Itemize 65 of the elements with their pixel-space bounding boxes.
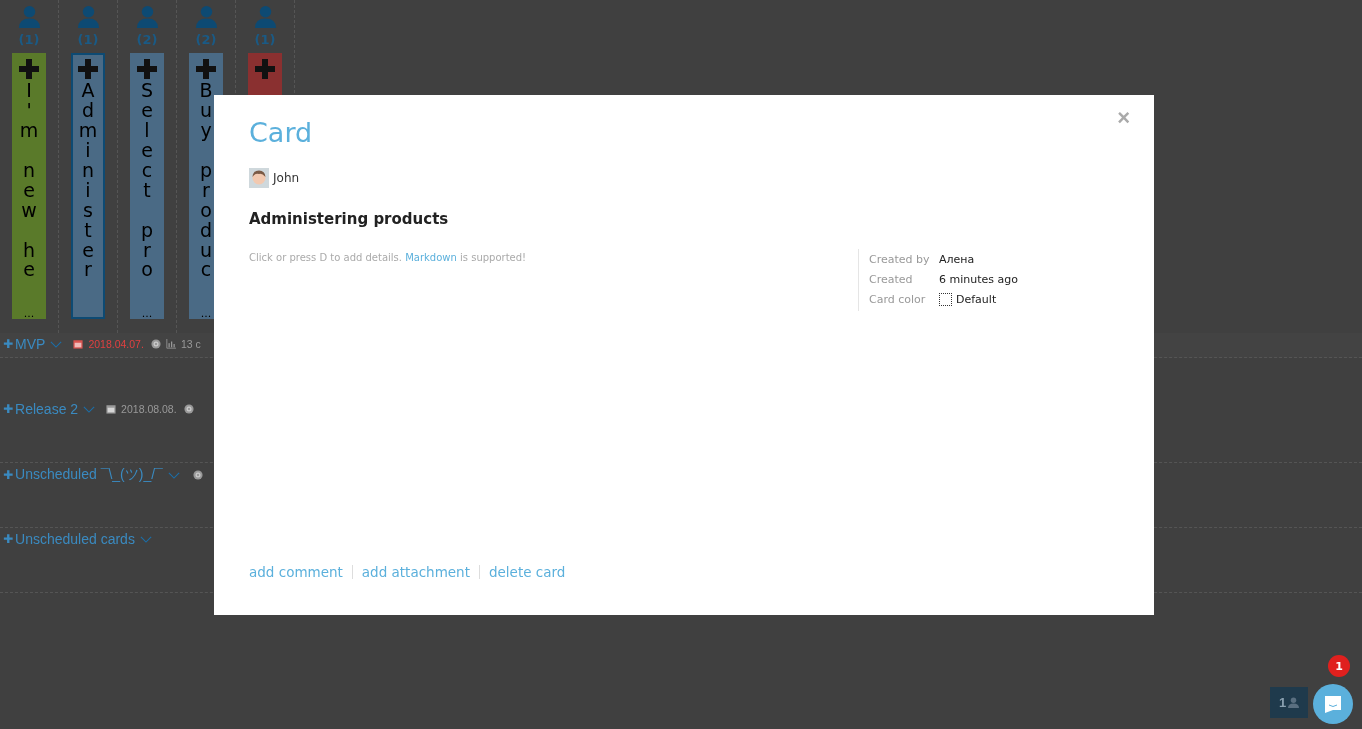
persona-count: (2) [195, 32, 217, 47]
close-button[interactable]: × [1117, 105, 1130, 131]
chat-button[interactable] [1313, 684, 1353, 724]
meta-label: Card color [869, 292, 927, 306]
release-name[interactable]: Release 2 [15, 401, 79, 417]
person-icon [194, 5, 218, 28]
action-link[interactable]: add comment [249, 563, 343, 580]
plus-icon[interactable] [137, 59, 157, 79]
person-icon [135, 5, 159, 28]
card-title: I'm new he [19, 81, 39, 281]
release-date: 2018.08.08. [121, 403, 177, 415]
story-card[interactable]: Select pro ... [130, 53, 164, 319]
meta-label: Created by [869, 252, 931, 266]
person-icon [17, 5, 41, 28]
chevron-icon[interactable] [167, 471, 180, 479]
overflow-mark: ... [200, 307, 212, 320]
dialog-title: Card [249, 117, 314, 148]
notification-badge: 1 [1328, 655, 1350, 677]
bar-chart-icon [165, 339, 176, 349]
release-name[interactable]: MVP [15, 336, 46, 352]
users-button[interactable]: 1 [1270, 687, 1308, 718]
story-card[interactable]: I'm new he ... [12, 53, 46, 319]
card-heading[interactable]: Administering products [249, 210, 1119, 228]
calendar-icon [106, 404, 117, 414]
action-link[interactable]: add attachment [361, 563, 470, 580]
chevron-icon[interactable] [139, 535, 152, 543]
meta-value: Алена [939, 252, 975, 266]
plus-icon[interactable] [78, 59, 98, 79]
plus-icon[interactable] [19, 59, 39, 79]
add-button[interactable]: ✚ [3, 468, 14, 482]
card-title: Select pro [139, 81, 155, 281]
add-button[interactable]: ✚ [3, 532, 14, 546]
person-icon [1288, 697, 1300, 708]
card-title: Administer [78, 81, 98, 281]
release-name[interactable]: Unscheduled ¯\_(ツ)_/¯ [15, 466, 163, 484]
description-hint[interactable]: Click or press D to add details. Markdown is supported! [249, 252, 527, 263]
add-button[interactable]: ✚ [3, 402, 14, 416]
action-link[interactable]: delete card [488, 563, 566, 580]
person-icon [253, 5, 277, 28]
meta-value: 6 minutes ago [939, 272, 1018, 286]
release-date: 2018.04.07. [88, 338, 144, 350]
card-title: Buy produc [198, 81, 214, 281]
persona-count: (1) [254, 32, 276, 47]
release-name[interactable]: Unscheduled cards [15, 531, 135, 547]
assignee-name[interactable]: John [273, 171, 300, 185]
color-swatch[interactable] [939, 292, 952, 306]
persona-count: (2) [136, 32, 158, 47]
overflow-mark: ... [23, 307, 35, 320]
meta-label: Created [869, 272, 914, 286]
plus-icon[interactable] [196, 59, 216, 79]
plus-icon[interactable] [255, 59, 275, 79]
chat-icon [1323, 694, 1343, 714]
markdown-link[interactable]: Markdown [405, 252, 457, 263]
persona-count: (1) [18, 32, 40, 47]
story-card[interactable]: Administer [71, 53, 105, 319]
chevron-icon[interactable] [83, 405, 96, 413]
person-icon [76, 5, 100, 28]
persona-count: (1) [77, 32, 99, 47]
calendar-icon [73, 339, 84, 349]
meta-value[interactable]: Default [956, 292, 997, 306]
avatar-icon [249, 168, 269, 188]
add-button[interactable]: ✚ [3, 337, 14, 351]
overflow-mark: ... [141, 307, 153, 320]
chevron-icon[interactable] [50, 340, 63, 348]
release-stats: 13 c [180, 338, 201, 350]
